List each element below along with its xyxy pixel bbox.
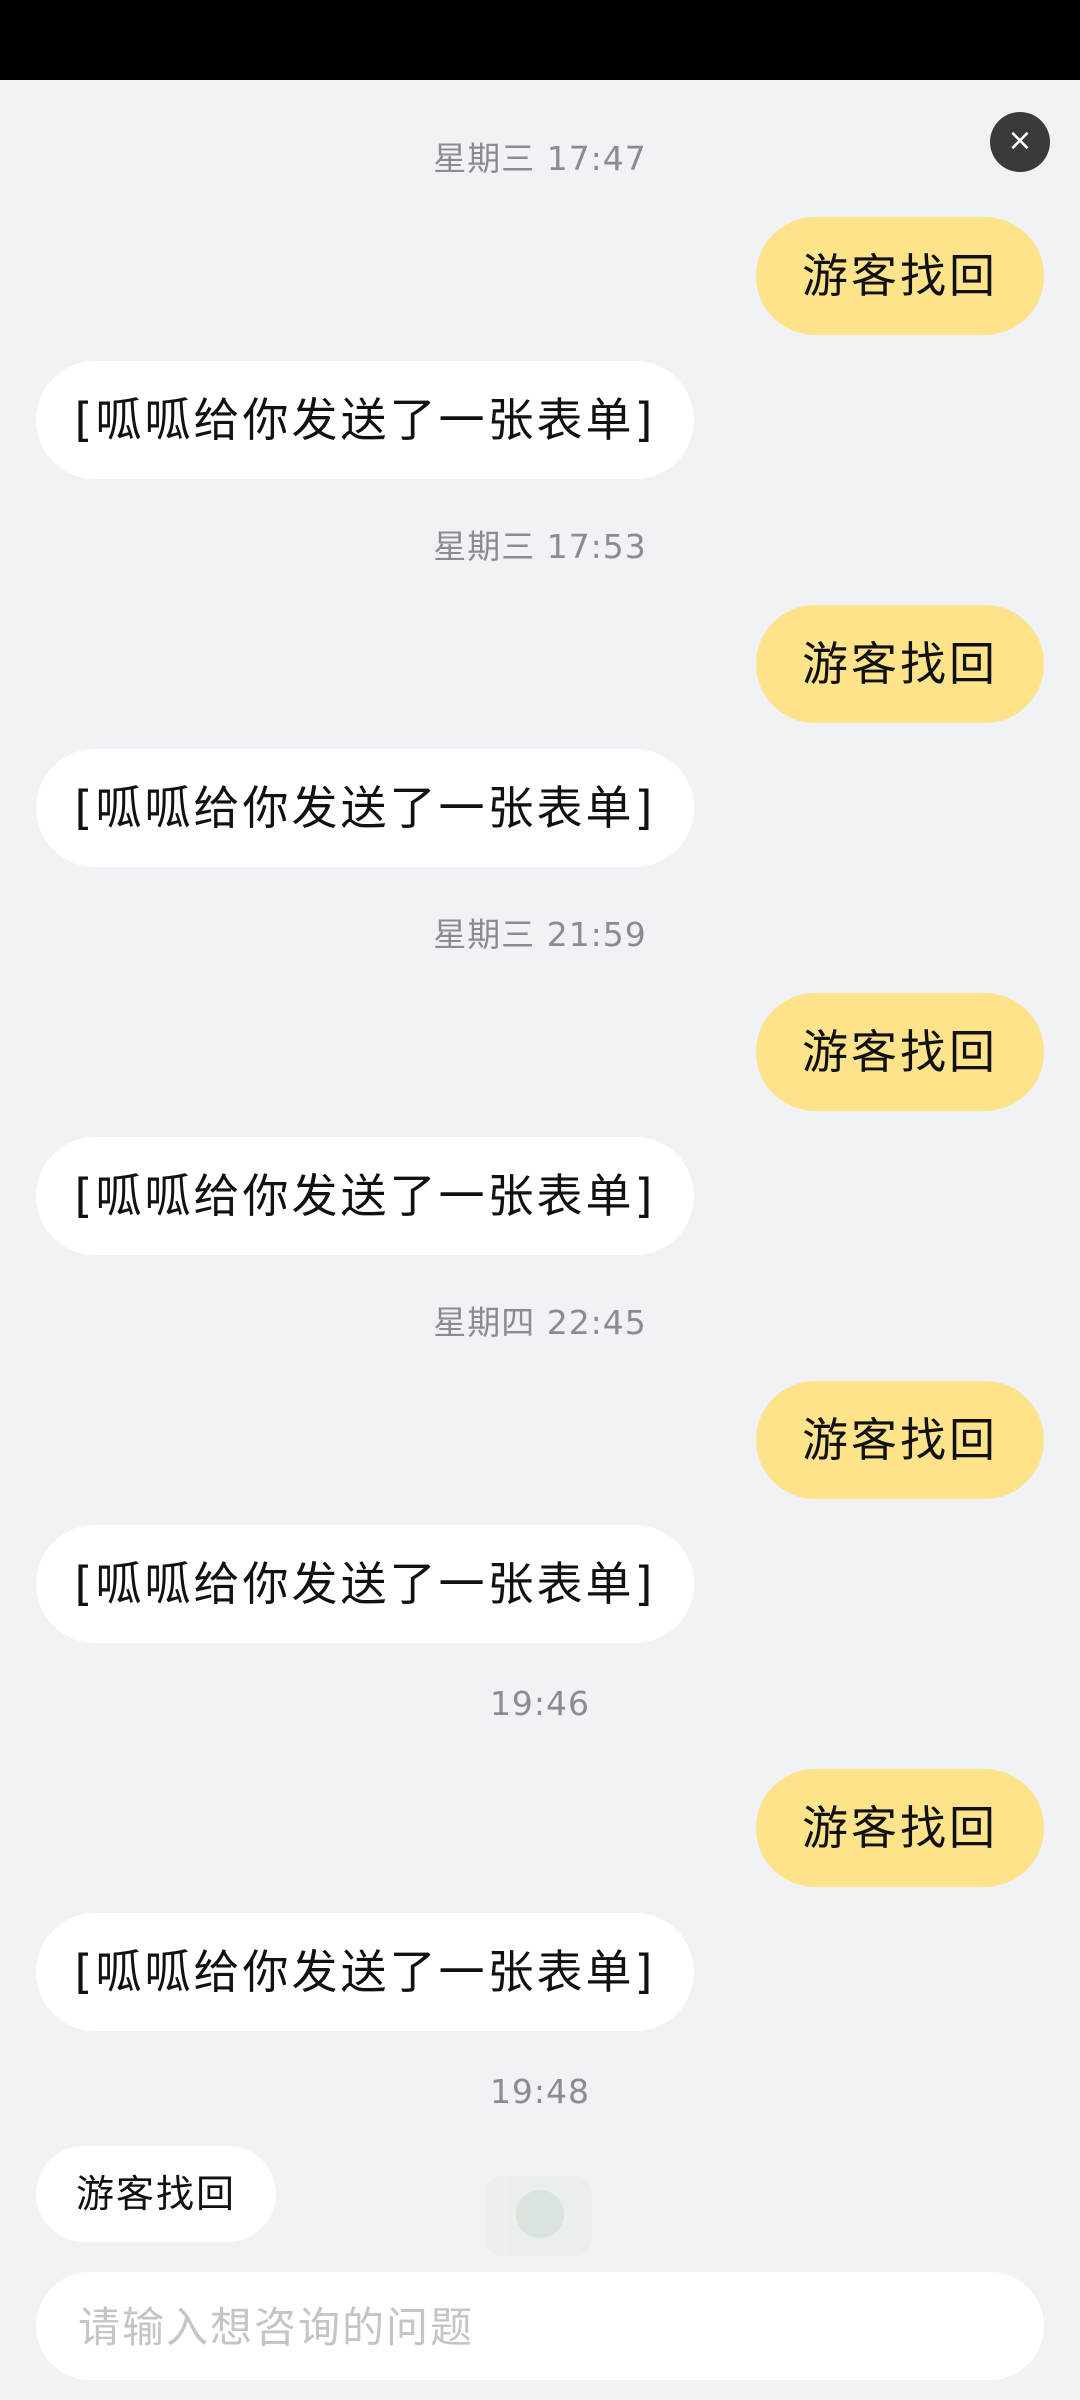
message-timestamp: 19:46 [489, 1684, 591, 1723]
received-form-bubble[interactable]: [呱呱给你发送了一张表单] [36, 749, 694, 867]
sent-message-bubble[interactable]: 游客找回 [756, 605, 1044, 723]
received-form-bubble[interactable]: [呱呱给你发送了一张表单] [36, 1525, 694, 1643]
message-timestamp: 星期三 17:47 [433, 139, 647, 178]
mascot-icon [486, 2176, 592, 2256]
quick-reply-chip[interactable]: 游客找回 [36, 2146, 276, 2242]
message-timestamp: 星期四 22:45 [433, 1303, 647, 1342]
received-form-bubble[interactable]: [呱呱给你发送了一张表单] [36, 361, 694, 479]
mascot-face-icon [516, 2190, 564, 2238]
sent-message-bubble[interactable]: 游客找回 [756, 993, 1044, 1111]
message-timestamp: 19:48 [489, 2072, 591, 2111]
sent-message-bubble[interactable]: 游客找回 [756, 1769, 1044, 1887]
message-timestamp: 星期三 17:53 [433, 527, 647, 566]
sent-message-bubble[interactable]: 游客找回 [756, 217, 1044, 335]
received-form-bubble[interactable]: [呱呱给你发送了一张表单] [36, 1137, 694, 1255]
message-input[interactable] [76, 2272, 1000, 2382]
message-input-box[interactable] [36, 2272, 1044, 2382]
message-timestamp: 星期三 21:59 [433, 915, 647, 954]
status-bar [0, 0, 1080, 80]
sent-message-bubble[interactable]: 游客找回 [756, 1381, 1044, 1499]
received-form-bubble[interactable]: [呱呱给你发送了一张表单] [36, 1913, 694, 2031]
